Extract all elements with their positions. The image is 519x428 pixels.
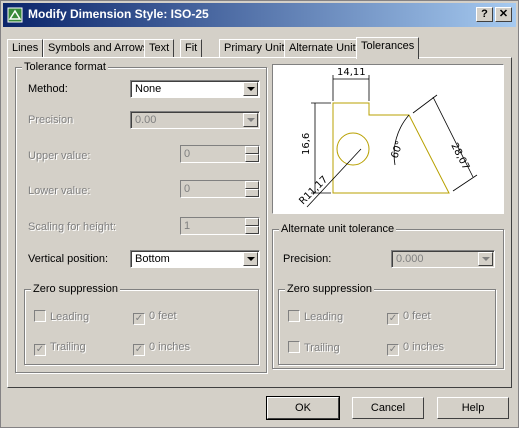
chevron-down-icon[interactable]: [243, 113, 258, 127]
lower-value-label: Lower value:: [28, 185, 91, 197]
alt-zero-suppression-label: Zero suppression: [285, 283, 374, 295]
checkmark-icon: ✓: [34, 344, 46, 356]
alt-trailing-checkbox[interactable]: Trailing: [288, 341, 340, 354]
checkbox-icon: [288, 341, 300, 353]
tab-tolerances[interactable]: Tolerances: [356, 37, 420, 59]
alternate-tolerance-label: Alternate unit tolerance: [279, 223, 397, 235]
spin-up-icon[interactable]: [245, 146, 259, 154]
radius-text: R11,17: [297, 174, 330, 207]
cancel-button[interactable]: Cancel: [352, 397, 424, 419]
trailing-checkbox[interactable]: ✓ Trailing: [34, 341, 86, 356]
spin-up-icon[interactable]: [245, 218, 259, 226]
feet-label: 0 feet: [149, 310, 177, 322]
trailing-label: Trailing: [50, 341, 86, 353]
dimension-preview-drawing: 14,11 16,6 28,07 60° R11,17: [297, 67, 478, 208]
precision-value: 0.00: [135, 114, 157, 126]
tab-fit[interactable]: Fit: [180, 39, 203, 58]
vertical-position-select[interactable]: Bottom: [130, 250, 260, 268]
tab-alternate-units[interactable]: Alternate Units: [284, 39, 367, 58]
alt-feet-checkbox[interactable]: ✓ 0 feet: [387, 310, 431, 325]
method-label: Method:: [28, 83, 68, 95]
chevron-down-icon[interactable]: [243, 252, 258, 266]
angle-text: 60°: [389, 140, 405, 160]
alt-precision-label: Precision:: [283, 253, 332, 265]
chevron-down-icon[interactable]: [243, 82, 258, 96]
help-title-button[interactable]: ?: [476, 7, 493, 22]
alt-feet-label: 0 feet: [403, 310, 431, 322]
dim-right-text: 28,07: [448, 141, 471, 172]
tolerance-format-label: Tolerance format: [22, 61, 108, 73]
inches-label: 0 inches: [149, 341, 190, 353]
tab-lines[interactable]: Lines: [7, 39, 44, 58]
lower-value: 0: [184, 183, 191, 195]
upper-value-label: Upper value:: [28, 150, 91, 162]
window-title: Modify Dimension Style: ISO-25: [28, 7, 209, 21]
checkmark-icon: ✓: [387, 313, 399, 325]
upper-value-spinner[interactable]: 0: [180, 145, 260, 163]
spin-up-icon[interactable]: [245, 181, 259, 189]
scaling-spinner[interactable]: 1: [180, 217, 260, 235]
spin-down-icon[interactable]: [245, 154, 259, 162]
alt-inches-checkbox[interactable]: ✓ 0 inches: [387, 341, 444, 356]
scaling-label: Scaling for height:: [28, 221, 117, 233]
inches-checkbox[interactable]: ✓ 0 inches: [133, 341, 190, 356]
upper-value: 0: [184, 148, 191, 160]
dim-left-text: 16,6: [301, 133, 312, 155]
preview-pane: 14,11 16,6 28,07 60° R11,17: [272, 64, 504, 214]
app-icon: [7, 7, 23, 23]
checkmark-icon: ✓: [133, 313, 145, 325]
close-button[interactable]: ✕: [495, 7, 512, 22]
checkbox-icon: [288, 310, 300, 322]
method-select[interactable]: None: [130, 80, 260, 98]
tab-symbols-arrows[interactable]: Symbols and Arrows: [43, 39, 154, 58]
zero-suppression-label: Zero suppression: [31, 283, 120, 295]
tab-text[interactable]: Text: [144, 39, 175, 58]
vertical-position-label: Vertical position:: [28, 253, 109, 265]
lower-value-spinner[interactable]: 0: [180, 180, 260, 198]
checkmark-icon: ✓: [133, 344, 145, 356]
spin-down-icon[interactable]: [245, 226, 259, 234]
alt-leading-checkbox[interactable]: Leading: [288, 310, 343, 323]
chevron-down-icon[interactable]: [478, 252, 493, 266]
alt-leading-label: Leading: [304, 311, 344, 323]
checkmark-icon: ✓: [387, 344, 399, 356]
feet-checkbox[interactable]: ✓ 0 feet: [133, 310, 177, 325]
alt-inches-label: 0 inches: [403, 341, 444, 353]
vertical-position-value: Bottom: [135, 253, 170, 265]
alt-precision-select[interactable]: 0.000: [391, 250, 495, 268]
scaling-value: 1: [184, 220, 191, 232]
method-value: None: [135, 83, 162, 95]
leading-label: Leading: [50, 311, 90, 323]
dialog-window: Modify Dimension Style: ISO-25 ? ✕ Lines…: [0, 0, 519, 428]
precision-select[interactable]: 0.00: [130, 111, 260, 129]
dim-top-text: 14,11: [337, 67, 366, 78]
help-button[interactable]: Help: [437, 397, 509, 419]
ok-button[interactable]: OK: [266, 396, 340, 420]
leading-checkbox[interactable]: Leading: [34, 310, 89, 323]
precision-label: Precision: [28, 114, 74, 126]
spin-down-icon[interactable]: [245, 189, 259, 197]
checkbox-icon: [34, 310, 46, 322]
alt-precision-value: 0.000: [396, 253, 424, 265]
title-bar[interactable]: Modify Dimension Style: ISO-25 ? ✕: [3, 3, 516, 27]
alt-trailing-label: Trailing: [304, 342, 340, 354]
